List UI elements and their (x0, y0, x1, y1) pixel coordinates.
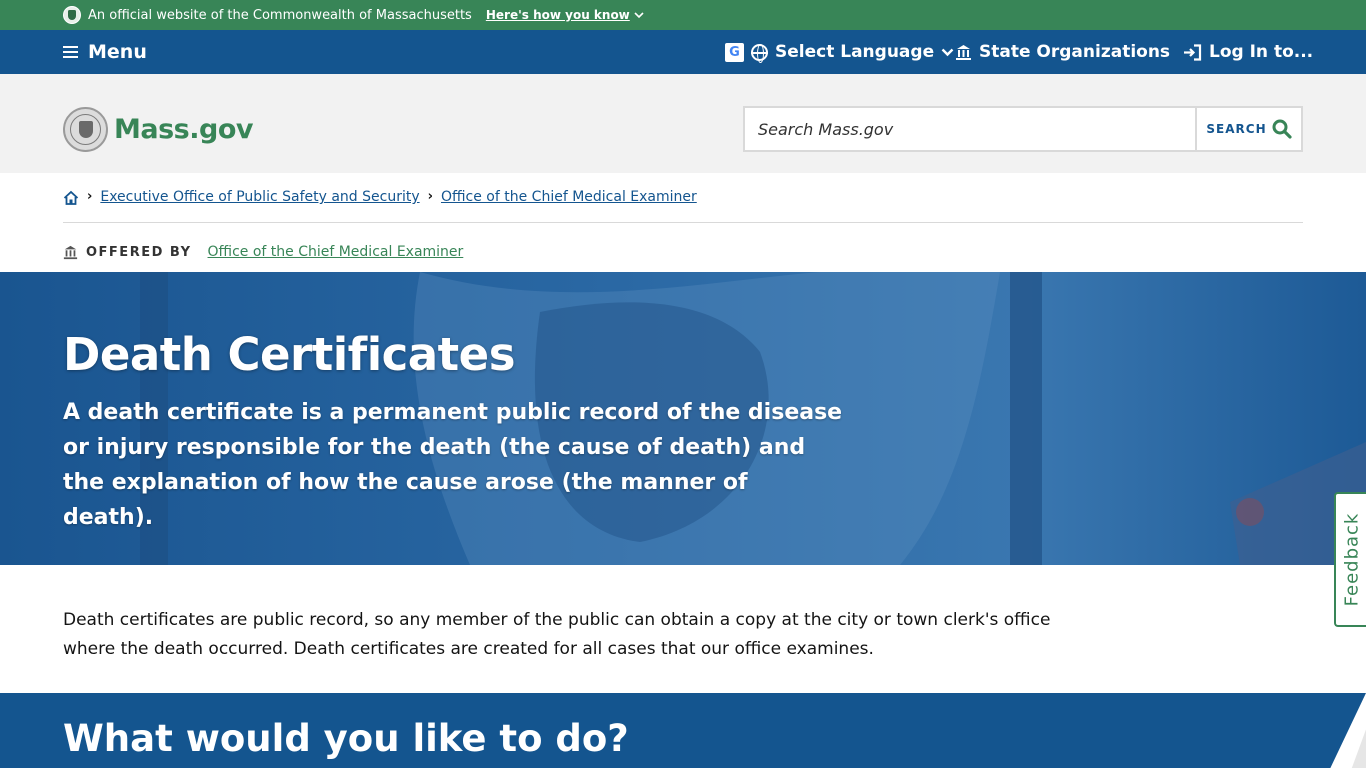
intro-paragraph: Death certificates are public record, so… (63, 610, 1051, 659)
building-icon (63, 245, 78, 259)
feedback-button[interactable]: Feedback (1334, 492, 1366, 627)
official-banner: An official website of the Commonwealth … (0, 0, 1366, 30)
state-seal-icon (63, 6, 81, 24)
globe-icon (751, 43, 768, 63)
search-icon (1272, 119, 1292, 139)
language-selector[interactable]: G Select Language (725, 42, 954, 63)
chevron-down-icon (634, 11, 644, 18)
section-heading: What would you like to do? (63, 717, 629, 760)
search-input[interactable] (745, 108, 1195, 150)
search-button[interactable]: SEARCH (1195, 108, 1301, 150)
breadcrumb-link-eopss[interactable]: Executive Office of Public Safety and Se… (100, 189, 419, 205)
chevron-right-icon: › (427, 189, 433, 204)
page-description: A death certificate is a permanent publi… (63, 400, 843, 530)
language-label: Select Language (775, 42, 935, 62)
building-icon (956, 44, 971, 60)
chevron-down-icon (941, 48, 954, 56)
home-icon[interactable] (63, 190, 79, 206)
feedback-label: Feedback (1341, 512, 1363, 607)
what-would-you-like-to-do-section: What would you like to do? (0, 693, 1366, 768)
hamburger-icon (63, 46, 78, 58)
offered-by: OFFERED BY Office of the Chief Medical E… (63, 244, 463, 260)
search-form: SEARCH (743, 106, 1303, 152)
sign-in-icon (1184, 43, 1202, 61)
chevron-right-icon: › (87, 189, 93, 204)
mass-gov-logo[interactable]: Mass.gov (63, 107, 253, 152)
heres-how-you-know-link[interactable]: Here's how you know (486, 8, 644, 22)
site-header: Mass.gov SEARCH (0, 74, 1366, 173)
logo-text: Mass.gov (114, 114, 253, 145)
menu-label: Menu (88, 41, 147, 63)
google-translate-icon: G (725, 42, 744, 62)
hero-content: Death Certificates A death certificate i… (63, 328, 843, 535)
breadcrumb: › Executive Office of Public Safety and … (63, 189, 1303, 223)
heres-how-you-know-label: Here's how you know (485, 8, 630, 22)
login-button[interactable]: Log In to... (1183, 42, 1313, 62)
breadcrumb-link-ocme[interactable]: Office of the Chief Medical Examiner (441, 189, 697, 205)
official-banner-text: An official website of the Commonwealth … (88, 7, 472, 23)
login-label: Log In to... (1209, 42, 1314, 62)
utility-nav: Menu G Select Language State Organizatio… (0, 30, 1366, 74)
massachusetts-seal-icon (63, 107, 108, 152)
page-title: Death Certificates (63, 328, 516, 381)
offered-by-label: OFFERED BY (86, 244, 192, 260)
state-organizations-label: State Organizations (979, 42, 1171, 62)
offered-by-org-link[interactable]: Office of the Chief Medical Examiner (208, 244, 464, 260)
menu-button[interactable]: Menu (63, 41, 147, 63)
decorative-wedge (1330, 693, 1366, 768)
search-button-label: SEARCH (1206, 122, 1267, 136)
state-organizations-button[interactable]: State Organizations (955, 42, 1170, 62)
hero-banner: Death Certificates A death certificate i… (0, 272, 1366, 565)
